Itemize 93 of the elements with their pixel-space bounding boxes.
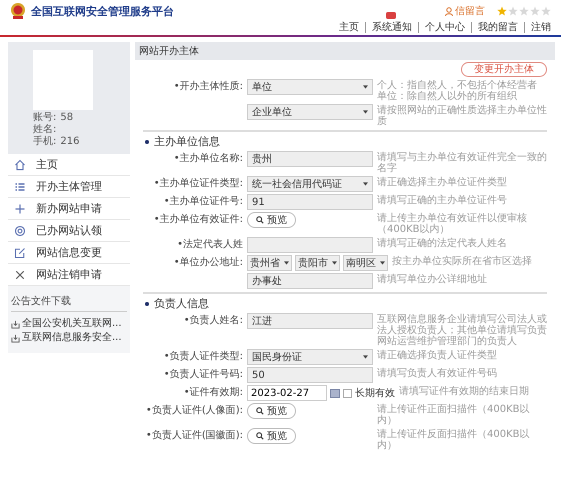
nav-link[interactable]: 注销: [524, 22, 551, 33]
caret-icon: [363, 110, 368, 114]
download-link[interactable]: 全国公安机关互联网...: [11, 317, 122, 331]
field-label: •主办单位名称:: [174, 153, 243, 164]
text-field[interactable]: 贵州: [247, 151, 373, 167]
text-field[interactable]: 50: [247, 367, 373, 383]
field-label: •负责人姓名:: [184, 315, 243, 326]
edit-icon: [14, 246, 26, 258]
star-icon: [519, 6, 529, 16]
hint-text: 请正确选择主办单位证件类型: [377, 177, 508, 188]
caret-icon: [363, 182, 368, 186]
field-label: •负责人证件号码:: [164, 369, 243, 380]
panel-title: 网站开办主体: [135, 42, 555, 60]
caret-icon: [284, 261, 289, 265]
search-icon: [256, 407, 264, 415]
hint-text: 请填写正确的主办单位证件号: [377, 195, 508, 206]
hint-text: 请填写与主办单位有效证件完全一致的名字: [377, 152, 547, 174]
field-label: •主办单位有效证件:: [154, 214, 243, 225]
dropdown[interactable]: 南明区: [343, 255, 388, 271]
list-icon: [14, 180, 26, 192]
bullet-icon: [145, 140, 149, 144]
caret-icon: [363, 85, 368, 89]
profile-value: 216: [60, 136, 80, 148]
hint-text: 请填写单位办公详细地址: [377, 274, 488, 285]
dropdown[interactable]: 单位: [247, 79, 373, 95]
checkbox[interactable]: [343, 388, 352, 398]
preview-button[interactable]: 预览: [247, 428, 296, 444]
preview-button[interactable]: 预览: [247, 212, 296, 228]
hint-text: 请正确选择负责人证件类型: [377, 350, 498, 361]
hint-text: 请上传证件反面扫描件（400KB以内）: [377, 429, 531, 451]
hint-text: 互联网信息服务企业请填写公司法人或法人授权负责人；其他单位请填写负责网站运营维护管理部门的负责人: [377, 314, 547, 347]
section-heading: 主办单位信息: [154, 135, 220, 149]
star-icon: [530, 6, 540, 16]
field-label: •开办主体性质:: [174, 81, 243, 92]
bullet-icon: [145, 302, 149, 306]
nav-link[interactable]: 主页: [333, 22, 359, 33]
text-field[interactable]: 江进: [247, 313, 373, 329]
caret-icon: [380, 261, 385, 265]
dropdown[interactable]: 统一社会信用代码证: [247, 176, 373, 192]
field-label: •主办单位证件号:: [164, 196, 243, 207]
field-label: •单位办公地址:: [174, 257, 243, 268]
caret-icon: [363, 355, 368, 359]
hint-text: 请按照网站的正确性质选择主办单位性质: [377, 105, 547, 127]
text-field[interactable]: 91: [247, 194, 373, 210]
search-icon: [256, 432, 264, 440]
change-entity-button[interactable]: 变更开办主体: [461, 62, 547, 77]
home-icon: [14, 158, 26, 170]
checkbox-label: 长期有效: [355, 386, 395, 400]
caret-icon: [332, 261, 337, 265]
hint-text: 个人：指自然人，不包括个体经营者: [377, 80, 538, 91]
hint-text: 请上传证件正面扫描件（400KB以内）: [377, 404, 531, 426]
field-label: •证件有效期:: [184, 387, 243, 398]
downloads-title: 公告文件下载: [11, 294, 127, 312]
user-icon: [445, 6, 453, 16]
nav-link[interactable]: 个人中心: [418, 22, 465, 33]
dropdown[interactable]: 国民身份证: [247, 349, 373, 365]
field-label: •主办单位证件类型:: [154, 178, 243, 189]
download-icon: [11, 334, 20, 342]
profile-label: 姓名:: [33, 124, 56, 136]
star-icon: [508, 6, 518, 16]
dropdown[interactable]: 贵阳市: [295, 255, 340, 271]
text-field[interactable]: 办事处: [247, 273, 373, 289]
dropdown[interactable]: 企业单位: [247, 104, 373, 120]
hint-text: 请填写正确的法定代表人姓名: [377, 238, 508, 249]
nav-link[interactable]: 系统通知: [365, 22, 412, 33]
field-label: •法定代表人姓: [177, 239, 243, 250]
date-field[interactable]: 2023-02-27: [247, 385, 327, 401]
calendar-icon[interactable]: [330, 388, 340, 398]
nav-link[interactable]: 我的留言: [471, 22, 518, 33]
download-link[interactable]: 互联网信息服务安全...: [11, 331, 122, 345]
site-title: 全国互联网安全管理服务平台: [31, 4, 174, 19]
field-label: •负责人证件(人像面):: [146, 405, 243, 416]
profile-value: 58: [60, 112, 74, 124]
text-field[interactable]: [247, 237, 373, 253]
profile-label: 账号:: [33, 112, 56, 124]
field-label: •负责人证件(国徽面):: [146, 430, 243, 441]
close-icon: [14, 268, 26, 280]
dropdown[interactable]: 贵州省: [247, 255, 292, 271]
hint-text: 请填写证件有效期的结束日期: [399, 386, 530, 397]
search-icon: [256, 216, 264, 224]
field-label: •负责人证件类型:: [164, 351, 243, 362]
section-heading: 负责人信息: [154, 297, 209, 311]
star-icon: [541, 6, 551, 16]
download-icon: [11, 320, 20, 328]
star-icon: [497, 6, 507, 16]
hint-text: 单位：除自然人以外的所有组织: [377, 91, 518, 102]
hint-text: 请上传主办单位有效证件以便审核（400KB以内）: [377, 213, 528, 235]
hint-text: 请填写负责人有效证件号码: [377, 368, 498, 379]
preview-button[interactable]: 预览: [247, 403, 296, 419]
emblem-icon: [10, 2, 26, 20]
plus-icon: [14, 202, 26, 214]
hint-text: 按主办单位实际所在省市区选择: [392, 256, 533, 267]
profile-label: 手机:: [33, 136, 56, 148]
